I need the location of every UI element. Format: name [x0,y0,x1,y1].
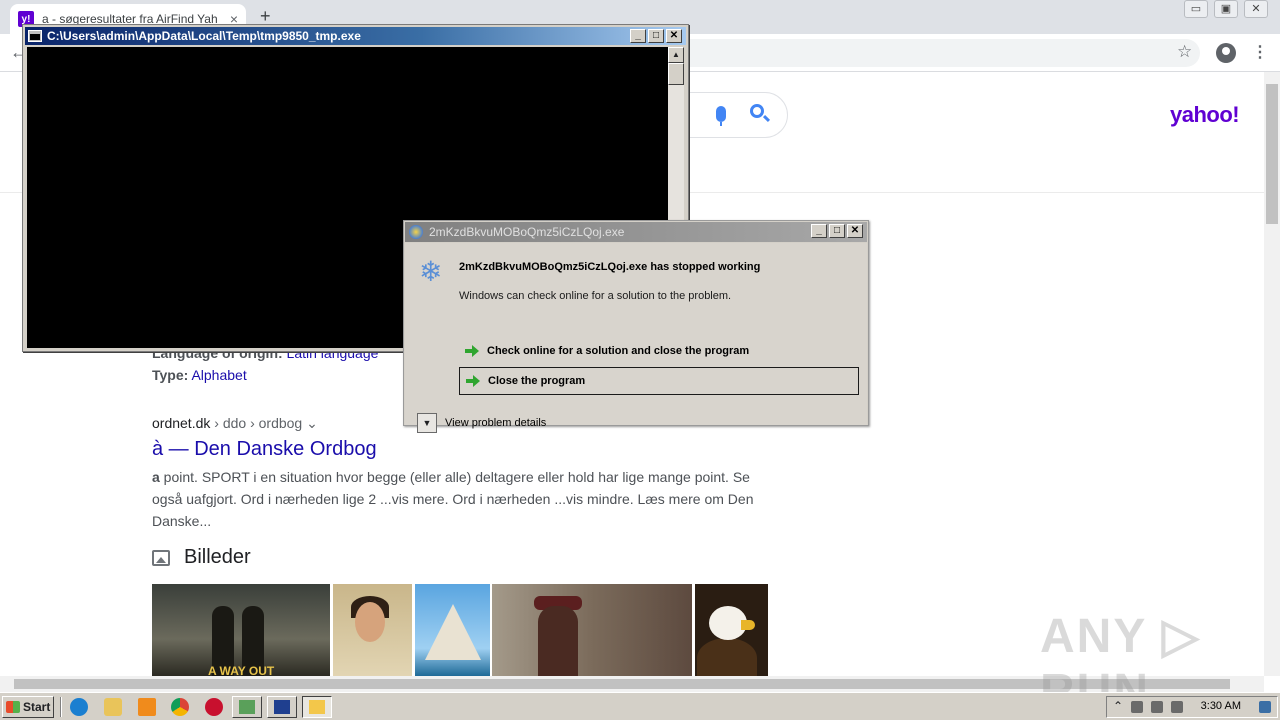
view-details-label[interactable]: View problem details [445,417,546,429]
error-dialog: 2mKzdBkvuMOBoQmz5iCzLQoj.exe _ □ ✕ ❄ 2mK… [403,220,869,433]
clock[interactable]: 3:30 AM [1201,700,1241,712]
snowflake-icon: ❄ [419,256,443,287]
console-window-controls: _ □ ✕ [628,29,682,43]
result-title-link[interactable]: à — Den Danske Ordbog [152,438,377,461]
windows-flag-icon [6,701,20,713]
network-icon[interactable] [1151,701,1163,713]
page-vertical-scrollbar[interactable] [1264,72,1280,676]
app-icon [309,700,325,714]
image-icon [152,549,170,566]
maximize-button[interactable]: □ [829,224,845,238]
restore-button[interactable]: ▣ [1214,0,1238,18]
image-thumbnail[interactable]: A WAY OUT [152,584,330,676]
minimize-button[interactable]: _ [630,29,646,43]
result-breadcrumbs: › ddo › ordbog ⌄ [210,415,318,431]
start-button[interactable]: Start [2,696,54,718]
yahoo-logo[interactable]: yahoo! [1170,102,1240,128]
bookmark-star-icon[interactable]: ☆ [1177,42,1192,62]
scrollbar-thumb[interactable] [1266,84,1278,224]
app-icon [239,700,255,714]
taskbar-app-button[interactable] [232,696,262,718]
console-app-icon [28,30,42,42]
dialog-window-controls: _ □ ✕ [809,224,863,238]
image-thumbnail[interactable] [415,584,490,676]
microphone-icon[interactable] [716,106,726,126]
eagle-body-shape [697,638,757,676]
profile-icon[interactable] [1216,43,1236,63]
tray-expand-icon[interactable]: ⌃ [1113,699,1123,713]
system-tray: ⌃ 3:30 AM [1106,696,1278,718]
type-label: Type: [152,367,189,383]
option-label: Close the program [488,375,586,387]
thumbnail-caption: A WAY OUT [208,664,275,676]
chevron-down-icon[interactable]: ▼ [417,413,437,433]
option-label: Check online for a solution and close th… [487,345,750,357]
app-icon [274,700,290,714]
show-desktop-icon[interactable] [1259,701,1271,713]
eagle-beak-shape [741,620,755,630]
result-url[interactable]: ordnet.dk › ddo › ordbog ⌄ [152,415,318,432]
type-line: Type: Alphabet [152,367,247,383]
image-thumbnail[interactable] [333,584,412,676]
face-shape [355,602,385,642]
image-thumbnail[interactable] [695,584,768,676]
taskbar-app-button[interactable] [267,696,297,718]
maximize-button[interactable]: □ [648,29,664,43]
minimize-button[interactable]: _ [811,224,827,238]
start-label: Start [23,700,51,714]
green-arrow-icon [466,374,480,388]
minimize-button[interactable]: ▭ [1184,0,1208,18]
scrollbar-thumb[interactable] [668,63,684,85]
app-icon [409,225,423,239]
dialog-subtext: Windows can check online for a solution … [459,290,732,302]
chrome-icon[interactable] [171,698,189,716]
close-program-option[interactable]: Close the program [459,367,859,395]
taskbar-app-button[interactable] [302,696,332,718]
snippet-bold-term: a [152,469,160,485]
close-button[interactable]: ✕ [847,224,863,238]
figure-shape [538,606,578,676]
dialog-body: ❄ 2mKzdBkvuMOBoQmz5iCzLQoj.exe has stopp… [405,243,867,433]
taskbar-separator [60,697,62,717]
result-snippet: a point. SPORT i en situation hvor begge… [152,466,772,532]
console-titlebar[interactable]: C:\Users\admin\AppData\Local\Temp\tmp985… [25,27,686,45]
dialog-heading: 2mKzdBkvuMOBoQmz5iCzLQoj.exe has stopped… [459,261,761,273]
dialog-titlebar[interactable]: 2mKzdBkvuMOBoQmz5iCzLQoj.exe _ □ ✕ [405,222,867,242]
close-window-button[interactable]: ✕ [1244,0,1268,18]
images-title: Billeder [184,546,251,568]
volume-icon[interactable] [1131,701,1143,713]
search-icon[interactable] [750,104,764,118]
taskbar: Start ⌃ 3:30 AM [0,692,1280,720]
images-section-heading: Billeder [152,546,251,569]
image-thumbnail[interactable] [492,584,692,676]
flag-icon[interactable] [1171,701,1183,713]
check-online-option[interactable]: Check online for a solution and close th… [459,337,859,365]
dialog-title: 2mKzdBkvuMOBoQmz5iCzLQoj.exe [429,225,625,239]
folder-icon[interactable] [104,698,122,716]
browser-window-controls: ▭ ▣ ✕ [1178,0,1268,18]
console-title: C:\Users\admin\AppData\Local\Temp\tmp985… [47,29,361,43]
menu-dots-icon[interactable]: ⋮ [1252,42,1268,62]
scroll-up-arrow-icon[interactable]: ▲ [668,47,684,63]
result-site: ordnet.dk [152,415,211,431]
snippet-text: point. SPORT i en situation hvor begge (… [152,469,754,529]
building-shape [425,604,481,660]
green-arrow-icon [465,344,479,358]
close-button[interactable]: ✕ [666,29,682,43]
type-value-link[interactable]: Alphabet [191,367,246,383]
opera-icon[interactable] [205,698,223,716]
media-player-icon[interactable] [138,698,156,716]
internet-explorer-icon[interactable] [70,698,88,716]
